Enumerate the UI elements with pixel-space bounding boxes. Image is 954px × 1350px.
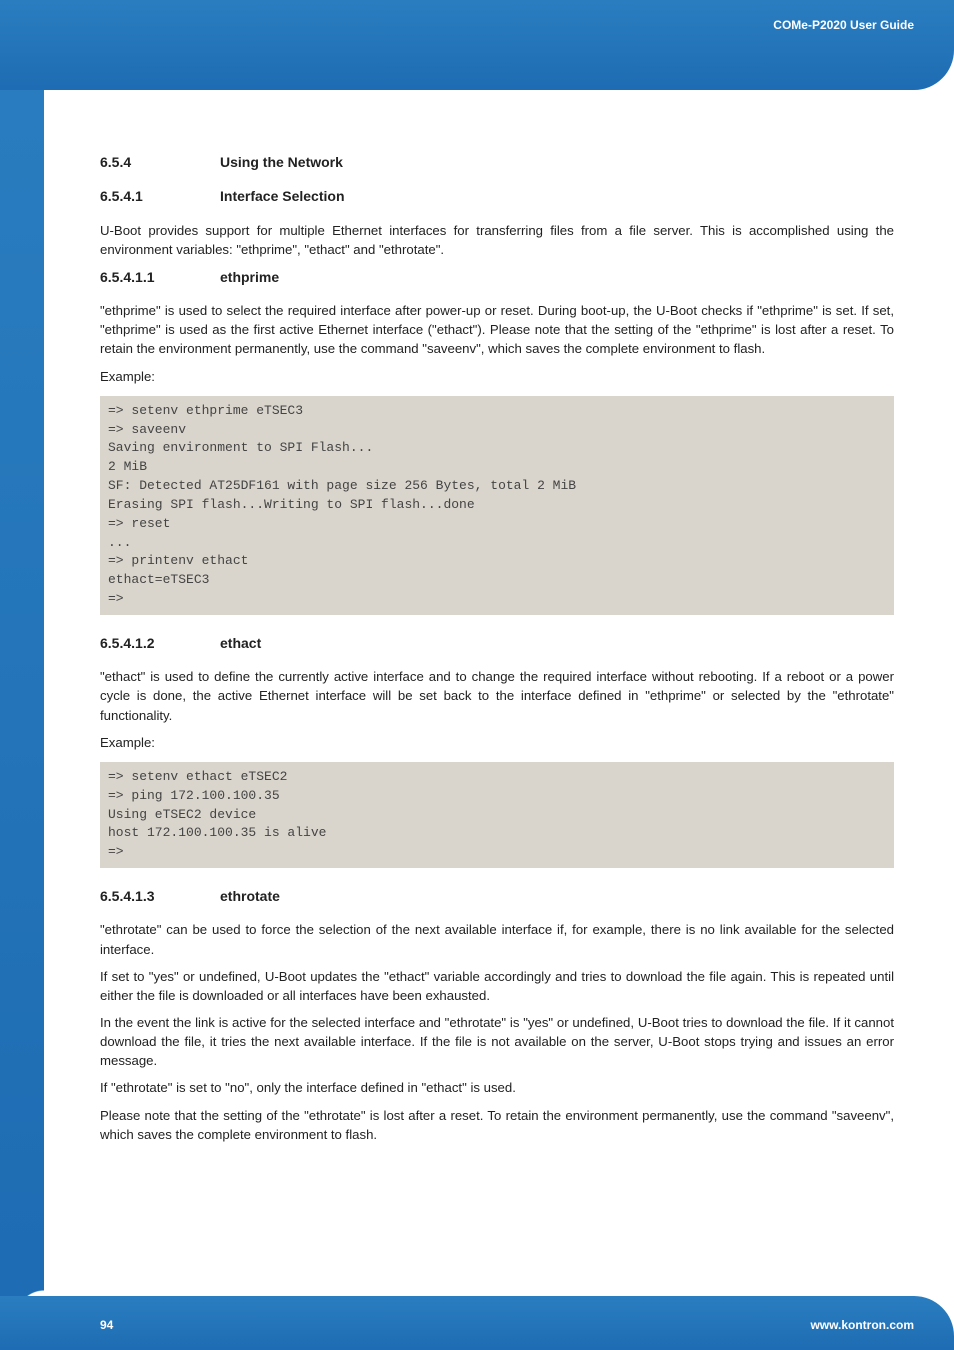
page-content: 6.5.4 Using the Network 6.5.4.1 Interfac… — [100, 150, 894, 1280]
heading-6-5-4-1-2: 6.5.4.1.2 ethact — [100, 633, 894, 653]
heading-title: ethprime — [220, 267, 279, 287]
header-title: COMe-P2020 User Guide — [773, 18, 914, 32]
heading-6-5-4-1: 6.5.4.1 Interface Selection — [100, 186, 894, 206]
heading-num: 6.5.4.1.3 — [100, 886, 180, 906]
heading-num: 6.5.4.1 — [100, 186, 180, 206]
header-bar: COMe-P2020 User Guide — [0, 0, 954, 90]
paragraph: "ethrotate" can be used to force the sel… — [100, 920, 894, 958]
paragraph: Please note that the setting of the "eth… — [100, 1106, 894, 1144]
heading-num: 6.5.4 — [100, 152, 180, 172]
paragraph: "ethprime" is used to select the require… — [100, 301, 894, 358]
paragraph: If set to "yes" or undefined, U-Boot upd… — [100, 967, 894, 1005]
heading-title: Using the Network — [220, 152, 343, 172]
left-stripe — [0, 0, 44, 1290]
heading-num: 6.5.4.1.1 — [100, 267, 180, 287]
heading-title: ethact — [220, 633, 261, 653]
heading-title: Interface Selection — [220, 186, 345, 206]
footer-url: www.kontron.com — [810, 1318, 914, 1332]
code-block-ethact: => setenv ethact eTSEC2 => ping 172.100.… — [100, 762, 894, 868]
paragraph: In the event the link is active for the … — [100, 1013, 894, 1070]
paragraph: U-Boot provides support for multiple Eth… — [100, 221, 894, 259]
footer-bar: 94 www.kontron.com — [0, 1296, 954, 1350]
paragraph: If "ethrotate" is set to "no", only the … — [100, 1078, 894, 1097]
example-label: Example: — [100, 367, 894, 386]
paragraph: "ethact" is used to define the currently… — [100, 667, 894, 724]
example-label: Example: — [100, 733, 894, 752]
heading-6-5-4-1-3: 6.5.4.1.3 ethrotate — [100, 886, 894, 906]
heading-6-5-4-1-1: 6.5.4.1.1 ethprime — [100, 267, 894, 287]
heading-title: ethrotate — [220, 886, 280, 906]
heading-num: 6.5.4.1.2 — [100, 633, 180, 653]
page-number: 94 — [100, 1318, 113, 1332]
code-block-ethprime: => setenv ethprime eTSEC3 => saveenv Sav… — [100, 396, 894, 615]
heading-6-5-4: 6.5.4 Using the Network — [100, 152, 894, 172]
